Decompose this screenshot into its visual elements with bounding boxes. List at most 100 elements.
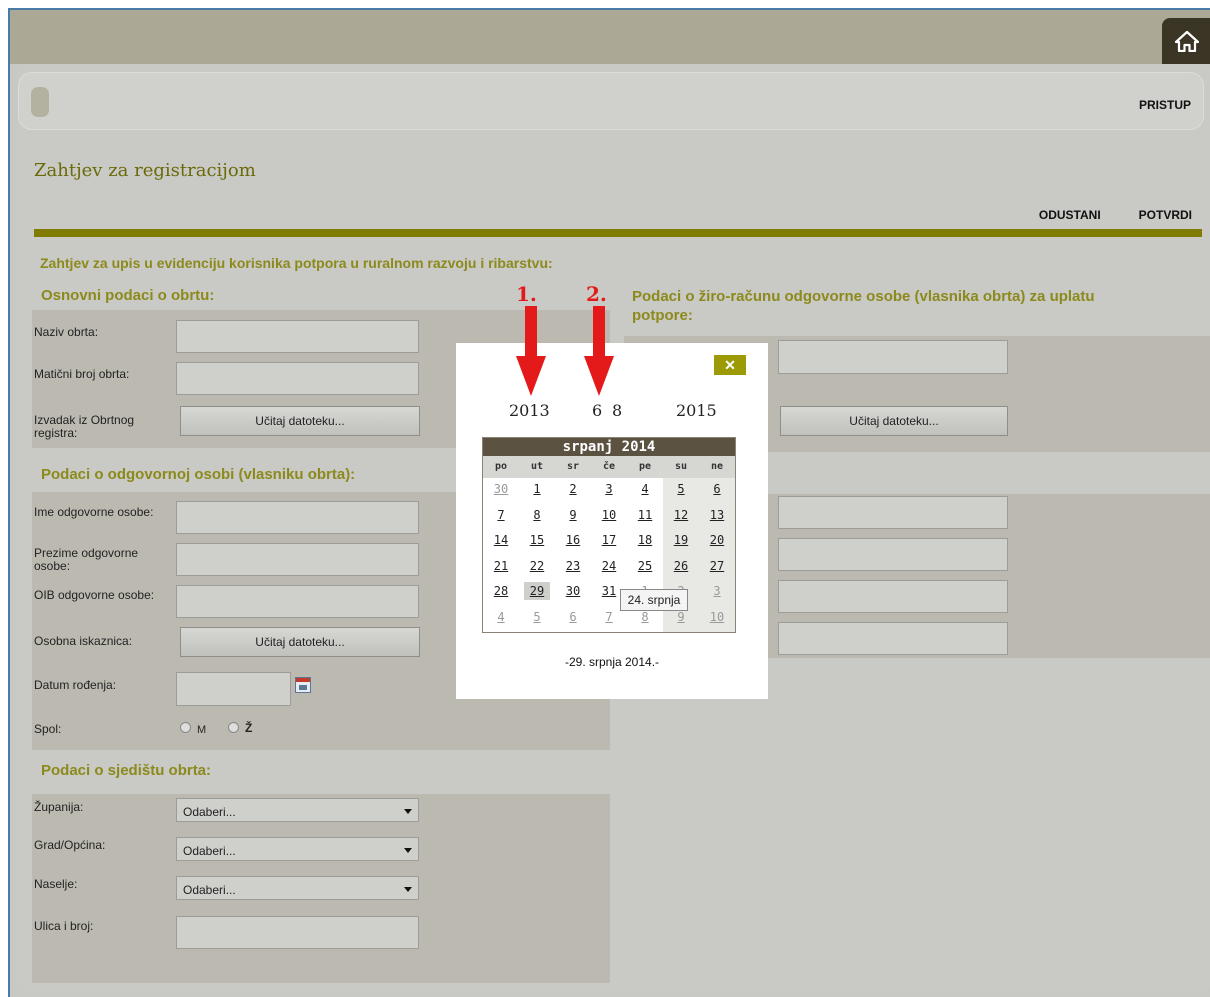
naselje-label: Naselje: [34, 877, 78, 891]
calendar-day[interactable]: 30 [555, 580, 591, 602]
calendar-day-other-month[interactable]: 3 [699, 580, 735, 602]
chevron-down-icon [404, 809, 412, 814]
day-tooltip: 24. srpnja [620, 589, 688, 611]
calendar-day[interactable]: 19 [663, 529, 699, 551]
cancel-link[interactable]: ODUSTANI [1039, 208, 1101, 222]
calendar-day[interactable]: 20 [699, 529, 735, 551]
zupanija-label: Županija: [34, 800, 84, 814]
ime-label: Ime odgovorne osobe: [34, 505, 154, 519]
home-icon [1175, 30, 1199, 52]
iskaznica-upload-button[interactable]: Učitaj datoteku... [180, 627, 420, 657]
calendar-day-other-month[interactable]: 6 [555, 606, 591, 628]
calendar-day[interactable]: 23 [555, 555, 591, 577]
naziv-label: Naziv obrta: [34, 325, 99, 339]
calendar-day[interactable]: 4 [627, 478, 663, 500]
calendar-day-other-month[interactable]: 10 [699, 606, 735, 628]
calendar-day[interactable]: 21 [483, 555, 519, 577]
calendar-icon[interactable] [295, 677, 311, 693]
calendar-day[interactable]: 9 [555, 504, 591, 526]
calendar-day[interactable]: 10 [591, 504, 627, 526]
izvadak-label: Izvadak iz Obrtnog registra: [34, 413, 135, 440]
weekday-label: ut [530, 461, 544, 472]
chevron-down-icon [404, 848, 412, 853]
calendar-day[interactable]: 3 [591, 478, 627, 500]
action-links: ODUSTANI POTVRDI [1001, 208, 1192, 222]
calendar-day[interactable]: 28 [483, 580, 519, 602]
annotation-marker-2: 2. [586, 282, 607, 306]
calendar-day[interactable]: 6 [699, 478, 735, 500]
weekday-label: ne [710, 461, 724, 472]
ulica-input[interactable] [176, 916, 419, 949]
page-title: Zahtjev za registracijom [34, 160, 256, 181]
maticni-input[interactable] [176, 362, 419, 395]
month-prev-link[interactable]: 6 [592, 401, 602, 420]
right-input-2[interactable] [778, 538, 1008, 571]
year-prev-link[interactable]: 2013 [509, 401, 550, 420]
annotation-arrow-2 [584, 306, 614, 396]
selected-date-label: -29. srpnja 2014.- [564, 655, 660, 669]
zupanija-select[interactable]: Odaberi... [176, 798, 419, 822]
calendar-day[interactable]: 27 [699, 555, 735, 577]
grad-label: Grad/Općina: [34, 838, 106, 852]
bank-section-title: Podaci o žiro-računu odgovorne osobe (vl… [632, 288, 1095, 324]
home-button[interactable] [1162, 18, 1210, 64]
naselje-select[interactable]: Odaberi... [176, 876, 419, 900]
oib-input[interactable] [176, 585, 419, 618]
calendar-day[interactable]: 13 [699, 504, 735, 526]
calendar-day[interactable]: 11 [627, 504, 663, 526]
calendar-day[interactable]: 12 [663, 504, 699, 526]
calendar-day[interactable]: 22 [519, 555, 555, 577]
spol-z-radio[interactable] [228, 722, 239, 733]
calendar-day[interactable]: 2 [555, 478, 591, 500]
calendar-day[interactable]: 17 [591, 529, 627, 551]
calendar-day-other-month[interactable]: 5 [519, 606, 555, 628]
maticni-label: Matični broj obrta: [34, 367, 130, 381]
calendar-day[interactable]: 25 [627, 555, 663, 577]
confirm-link[interactable]: POTVRDI [1139, 208, 1192, 222]
ime-input[interactable] [176, 501, 419, 534]
calendar-day[interactable]: 14 [483, 529, 519, 551]
person-section-title: Podaci o odgovornoj osobi (vlasniku obrt… [41, 466, 356, 483]
calendar-day[interactable]: 8 [519, 504, 555, 526]
calendar-day[interactable]: 5 [663, 478, 699, 500]
weekday-label: če [602, 461, 616, 472]
nav-bar: PRISTUP [18, 72, 1204, 130]
close-icon[interactable]: ✕ [714, 355, 746, 375]
izvadak-upload-button[interactable]: Učitaj datoteku... [180, 406, 420, 436]
calendar-day[interactable]: 26 [663, 555, 699, 577]
spol-m-radio[interactable] [180, 722, 191, 733]
naziv-input[interactable] [176, 320, 419, 353]
spol-m-label: M [197, 724, 207, 736]
calendar-day[interactable]: 1 [519, 478, 555, 500]
right-input-4[interactable] [778, 622, 1008, 655]
prezime-label: Prezime odgovorne osobe: [34, 546, 139, 573]
calendar-day[interactable]: 16 [555, 529, 591, 551]
bank-upload-button[interactable]: Učitaj datoteku... [780, 406, 1008, 436]
calendar-day[interactable]: 29 [519, 580, 555, 602]
right-input-1[interactable] [778, 496, 1008, 529]
annotation-marker-1: 1. [516, 282, 537, 306]
divider-rule [34, 229, 1202, 237]
calendar-day-other-month[interactable]: 4 [483, 606, 519, 628]
spol-z-label: Ž [245, 721, 253, 735]
calendar-grid: srpanj 2014 po ut sr če pe su ne 30 1 2 3 4 5 6 7 8 9 10… [482, 437, 736, 633]
pristup-link[interactable]: PRISTUP [1139, 98, 1191, 112]
grad-select[interactable]: Odaberi... [176, 837, 419, 861]
calendar-day[interactable]: 18 [627, 529, 663, 551]
oib-label: OIB odgovorne osobe: [34, 588, 155, 602]
calendar-day[interactable]: 24 [591, 555, 627, 577]
year-next-link[interactable]: 2015 [676, 401, 717, 420]
basic-section-title: Osnovni podaci o obrtu: [41, 287, 215, 304]
calendar-popup: ✕ 2013 6 8 2015 srpanj 2014 po ut sr če pe su… [456, 343, 768, 699]
top-bar [10, 10, 1210, 64]
calendar-day-other-month[interactable]: 30 [483, 478, 519, 500]
month-next-link[interactable]: 8 [612, 401, 622, 420]
right-input-3[interactable] [778, 580, 1008, 613]
prezime-input[interactable] [176, 543, 419, 576]
bank-account-input[interactable] [778, 340, 1008, 374]
weekday-label: po [494, 461, 508, 472]
birthdate-input[interactable] [176, 672, 291, 706]
nav-pill[interactable] [31, 87, 49, 117]
calendar-day[interactable]: 15 [519, 529, 555, 551]
calendar-day[interactable]: 7 [483, 504, 519, 526]
